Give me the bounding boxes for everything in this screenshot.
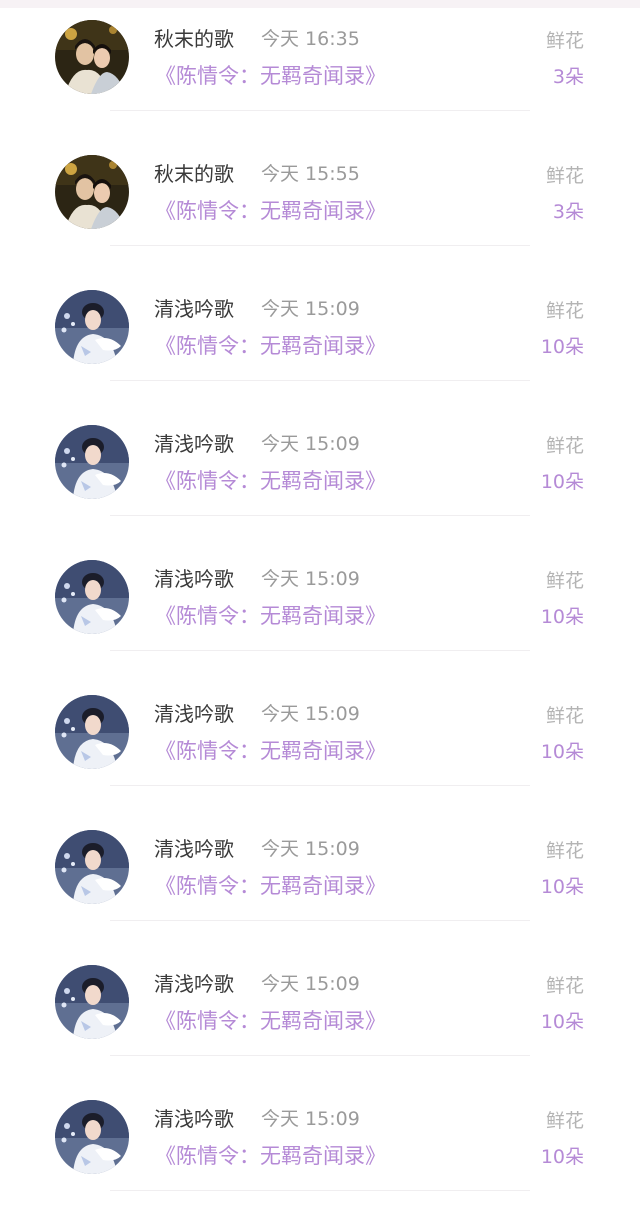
gift-record-row[interactable]: 清浅吟歌 今天 15:09 《陈情令：无羁奇闻录》 鲜花 10朵 [0,945,640,1080]
gift-count: 10朵 [540,336,584,358]
gift-count: 10朵 [540,471,584,493]
row-divider [110,785,530,786]
gift-record-row[interactable]: 清浅吟歌 今天 15:09 《陈情令：无羁奇闻录》 鲜花 10朵 [0,810,640,945]
gift-type: 鲜花 [545,165,584,187]
gift-type: 鲜花 [545,30,584,52]
row-divider [110,650,530,651]
user-name[interactable]: 清浅吟歌 [154,698,234,727]
row-divider [110,515,530,516]
gift-type: 鲜花 [545,705,584,727]
row-divider [110,1055,530,1056]
user-avatar-lady-in-white-fur[interactable] [55,425,129,499]
gift-record-row[interactable]: 秋末的歌 今天 16:35 《陈情令：无羁奇闻录》 鲜花 3朵 [0,0,640,135]
gift-count: 10朵 [540,876,584,898]
gift-time: 今天 16:35 [261,28,360,50]
row-divider [110,245,530,246]
user-name[interactable]: 清浅吟歌 [154,563,234,592]
user-name[interactable]: 清浅吟歌 [154,968,234,997]
user-avatar-lady-in-white-fur[interactable] [55,830,129,904]
gift-type: 鲜花 [545,975,584,997]
gift-type: 鲜花 [545,435,584,457]
user-name[interactable]: 秋末的歌 [154,23,234,52]
gift-count: 3朵 [552,66,584,88]
row-divider [110,1190,530,1191]
gift-time: 今天 15:09 [261,703,360,725]
book-title-link[interactable]: 《陈情令：无羁奇闻录》 [155,1005,386,1035]
gift-record-row[interactable]: 清浅吟歌 今天 15:09 《陈情令：无羁奇闻录》 鲜花 10朵 [0,1080,640,1215]
book-title-link[interactable]: 《陈情令：无羁奇闻录》 [155,60,386,90]
gift-record-row[interactable]: 清浅吟歌 今天 15:09 《陈情令：无羁奇闻录》 鲜花 10朵 [0,270,640,405]
gift-count: 10朵 [540,741,584,763]
gift-time: 今天 15:09 [261,433,360,455]
book-title-link[interactable]: 《陈情令：无羁奇闻录》 [155,735,386,765]
row-divider [110,920,530,921]
gift-count: 10朵 [540,1011,584,1033]
book-title-link[interactable]: 《陈情令：无羁奇闻录》 [155,195,386,225]
user-name[interactable]: 清浅吟歌 [154,293,234,322]
row-divider [110,110,530,111]
book-title-link[interactable]: 《陈情令：无羁奇闻录》 [155,600,386,630]
user-avatar-couple-portrait[interactable] [55,20,129,94]
user-avatar-lady-in-white-fur[interactable] [55,560,129,634]
gift-list: 秋末的歌 今天 16:35 《陈情令：无羁奇闻录》 鲜花 3朵 秋末的歌 今天 … [0,0,640,1191]
row-divider [110,380,530,381]
gift-time: 今天 15:55 [261,163,360,185]
gift-record-row[interactable]: 清浅吟歌 今天 15:09 《陈情令：无羁奇闻录》 鲜花 10朵 [0,540,640,675]
gift-time: 今天 15:09 [261,973,360,995]
gift-type: 鲜花 [545,570,584,592]
gift-time: 今天 15:09 [261,1108,360,1130]
user-name[interactable]: 清浅吟歌 [154,428,234,457]
gift-time: 今天 15:09 [261,838,360,860]
user-name[interactable]: 清浅吟歌 [154,1103,234,1132]
book-title-link[interactable]: 《陈情令：无羁奇闻录》 [155,465,386,495]
book-title-link[interactable]: 《陈情令：无羁奇闻录》 [155,1140,386,1170]
gift-type: 鲜花 [545,1110,584,1132]
gift-count: 3朵 [552,201,584,223]
user-name[interactable]: 秋末的歌 [154,158,234,187]
user-avatar-couple-portrait[interactable] [55,155,129,229]
user-avatar-lady-in-white-fur[interactable] [55,695,129,769]
gift-record-row[interactable]: 秋末的歌 今天 15:55 《陈情令：无羁奇闻录》 鲜花 3朵 [0,135,640,270]
gift-type: 鲜花 [545,300,584,322]
user-avatar-lady-in-white-fur[interactable] [55,1100,129,1174]
gift-time: 今天 15:09 [261,298,360,320]
gift-count: 10朵 [540,1146,584,1168]
gift-record-row[interactable]: 清浅吟歌 今天 15:09 《陈情令：无羁奇闻录》 鲜花 10朵 [0,405,640,540]
user-avatar-lady-in-white-fur[interactable] [55,290,129,364]
gift-type: 鲜花 [545,840,584,862]
user-avatar-lady-in-white-fur[interactable] [55,965,129,1039]
book-title-link[interactable]: 《陈情令：无羁奇闻录》 [155,870,386,900]
gift-time: 今天 15:09 [261,568,360,590]
gift-count: 10朵 [540,606,584,628]
gift-record-row[interactable]: 清浅吟歌 今天 15:09 《陈情令：无羁奇闻录》 鲜花 10朵 [0,675,640,810]
user-name[interactable]: 清浅吟歌 [154,833,234,862]
book-title-link[interactable]: 《陈情令：无羁奇闻录》 [155,330,386,360]
